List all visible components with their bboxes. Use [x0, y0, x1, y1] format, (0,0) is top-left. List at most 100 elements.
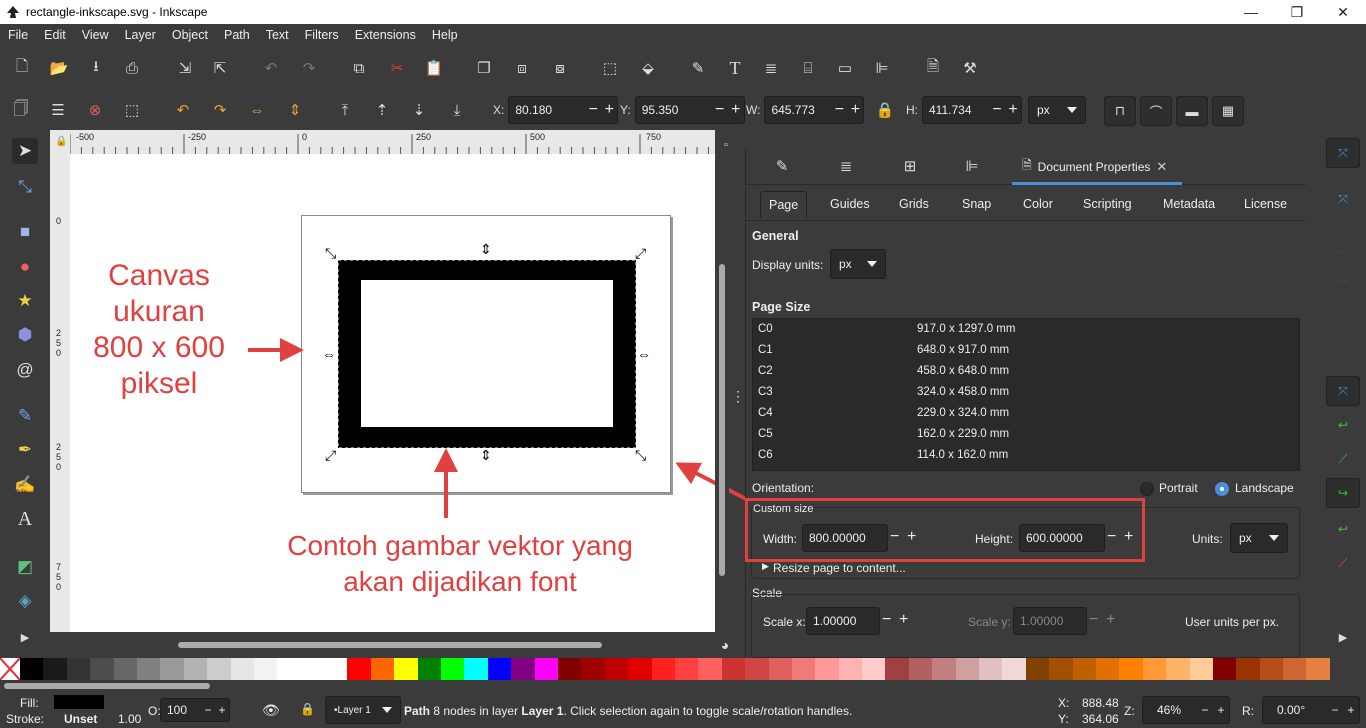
star-tool-icon[interactable]: ★ — [12, 288, 38, 314]
color-swatch[interactable] — [253, 658, 278, 680]
close-tab-icon[interactable]: ✕ — [1156, 159, 1167, 175]
palette-scrollbar[interactable] — [0, 680, 1366, 692]
color-swatch[interactable] — [1072, 658, 1096, 680]
copy-icon[interactable]: ⧉ — [348, 57, 370, 79]
text-tool-icon[interactable]: A — [12, 506, 38, 532]
vertical-ruler[interactable]: 0 2 5 0 2 5 0 7 5 0 — [50, 154, 70, 632]
snap-toggle-icon[interactable]: ⤧ — [1326, 138, 1360, 168]
duplicate-icon[interactable]: ❐ — [473, 57, 495, 79]
color-swatch[interactable] — [955, 658, 980, 680]
tab-license[interactable]: License — [1244, 197, 1287, 211]
color-swatch[interactable] — [838, 658, 863, 680]
snap-midpoints-icon[interactable]: ⟋ — [1326, 548, 1360, 578]
gradient-tool-icon[interactable]: ◩ — [12, 554, 38, 580]
scale-x-minus-button[interactable]: − — [882, 611, 891, 629]
opacity-plus-button[interactable]: + — [215, 703, 229, 717]
xml-editor-icon[interactable]: ⌸ — [797, 57, 819, 79]
color-swatch[interactable] — [557, 658, 582, 680]
w-minus-button[interactable]: − — [831, 101, 847, 119]
node-tool-icon[interactable]: ⤡ — [12, 174, 38, 200]
tab-document-properties[interactable]: 🗎 Document Properties ✕ — [1012, 151, 1182, 185]
color-swatch[interactable] — [417, 658, 442, 680]
color-swatch[interactable] — [791, 658, 816, 680]
rotation-plus-button[interactable]: + — [1343, 703, 1359, 717]
ellipse-tool-icon[interactable]: ● — [12, 254, 38, 280]
snap-intersections-icon[interactable]: ⟋ — [1326, 444, 1360, 474]
rectangle-tool-icon[interactable]: ■ — [12, 219, 38, 245]
stroke-indicator[interactable]: Unset — [64, 712, 97, 726]
color-swatch[interactable] — [277, 658, 301, 680]
opacity-field[interactable]: 100 − + — [160, 698, 230, 722]
color-swatch[interactable] — [1142, 658, 1167, 680]
document-properties-icon[interactable]: 🗎 — [922, 57, 944, 79]
layers-tab-icon[interactable]: ≣ — [834, 155, 858, 177]
rotation-minus-button[interactable]: − — [1327, 703, 1343, 717]
color-swatch[interactable] — [1259, 658, 1284, 680]
y-plus-button[interactable]: + — [728, 101, 744, 119]
h-minus-button[interactable]: − — [989, 101, 1005, 119]
rotate-cw-icon[interactable]: ↷ — [209, 99, 231, 121]
y-input[interactable]: 95.350 − + — [634, 96, 745, 124]
minimize-button[interactable]: — — [1228, 0, 1274, 24]
flip-vertical-icon[interactable]: ⇕ — [284, 99, 306, 121]
color-swatch[interactable] — [1119, 658, 1143, 680]
color-swatch[interactable] — [1189, 658, 1213, 680]
color-swatch[interactable] — [1049, 658, 1073, 680]
snap-bbox-icon[interactable]: ⤧ — [1326, 184, 1360, 214]
landscape-label[interactable]: Landscape — [1235, 481, 1294, 495]
select-all-layers-icon[interactable]: ☰ — [47, 99, 69, 121]
undo-icon[interactable]: ↶ — [260, 57, 282, 79]
list-item[interactable]: C0 917.0 x 1297.0 mm — [753, 319, 1301, 340]
y-minus-button[interactable]: − — [712, 101, 728, 119]
move-gradients-button[interactable]: ▬ — [1176, 96, 1208, 126]
lower-icon[interactable]: ⇣ — [408, 99, 430, 121]
spiral-tool-icon[interactable]: @ — [12, 357, 38, 383]
snap-cusp-nodes-icon[interactable]: ↪ — [1326, 478, 1360, 508]
import-icon[interactable]: ⇲ — [174, 57, 196, 79]
horizontal-scrollbar[interactable] — [70, 632, 715, 658]
dock-handle-icon[interactable]: ⋮ — [731, 388, 745, 405]
raise-to-top-icon[interactable]: ⤒ — [334, 99, 356, 121]
pencil-tool-icon[interactable]: ✎ — [12, 403, 38, 429]
new-document-icon[interactable]: 🗋 — [11, 57, 33, 79]
color-swatch[interactable] — [745, 658, 769, 680]
align-distribute-tab-icon[interactable]: ⊫ — [960, 155, 984, 177]
menu-path[interactable]: Path — [216, 28, 258, 42]
preferences-icon[interactable]: ⚒ — [959, 57, 981, 79]
color-swatch[interactable] — [66, 658, 91, 680]
x-minus-button[interactable]: − — [585, 101, 601, 119]
close-window-button[interactable]: ✕ — [1320, 0, 1366, 24]
x-input[interactable]: 80.180 − + — [508, 96, 619, 124]
color-swatch[interactable] — [1306, 658, 1330, 680]
color-swatch[interactable] — [43, 658, 67, 680]
cut-icon[interactable]: ✂ — [386, 57, 408, 79]
list-item[interactable]: C5 162.0 x 229.0 mm — [753, 424, 1301, 445]
print-icon[interactable]: ⎙ — [121, 57, 143, 79]
select-same-icon[interactable]: ⬚ — [121, 99, 143, 121]
tab-guides[interactable]: Guides — [830, 197, 870, 211]
color-swatch[interactable] — [441, 658, 465, 680]
color-swatch[interactable] — [1212, 658, 1237, 680]
no-paint-swatch[interactable] — [0, 657, 21, 681]
color-swatch[interactable] — [136, 658, 161, 680]
pen-tool-icon[interactable]: ✒ — [12, 437, 38, 463]
expander-arrow-icon[interactable]: ▶ — [762, 561, 769, 572]
fill-indicator[interactable] — [54, 695, 104, 709]
color-swatch[interactable] — [768, 658, 792, 680]
scale-x-field[interactable]: 1.00000 — [806, 607, 880, 635]
portrait-radio[interactable] — [1140, 482, 1154, 496]
align-tab-icon[interactable]: ⊞ — [898, 155, 922, 177]
menu-file[interactable]: File — [0, 28, 36, 42]
tab-snap[interactable]: Snap — [962, 197, 991, 211]
horizontal-ruler[interactable]: -500 -250 0 250 500 750 — [70, 130, 715, 154]
color-swatch[interactable] — [651, 658, 675, 680]
calligraphy-tool-icon[interactable]: ✍ — [12, 472, 38, 498]
fill-stroke-tab-icon[interactable]: ✎ — [770, 155, 794, 177]
list-item[interactable]: C4 229.0 x 324.0 mm — [753, 403, 1301, 424]
guide-lock-icon[interactable]: 🔒 — [55, 136, 67, 147]
scale-corners-button[interactable]: ⌒ — [1140, 96, 1172, 126]
landscape-radio[interactable] — [1215, 482, 1229, 496]
color-swatch[interactable] — [20, 658, 44, 680]
tab-color[interactable]: Color — [1023, 197, 1053, 211]
flip-horizontal-icon[interactable]: ⇔ — [246, 99, 268, 121]
